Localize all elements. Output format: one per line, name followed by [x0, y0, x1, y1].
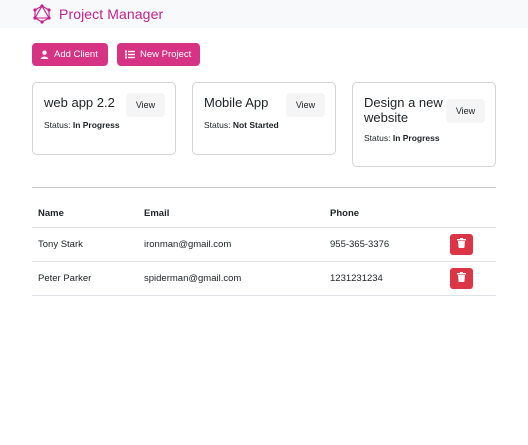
client-phone: 955-365-3376	[324, 227, 444, 262]
delete-client-button[interactable]	[450, 267, 473, 289]
project-status: Status: In Progress	[44, 120, 120, 130]
client-name: Peter Parker	[32, 261, 138, 296]
navbar: Project Manager	[0, 0, 528, 28]
delete-client-button[interactable]	[450, 233, 473, 255]
table-header-row: Name Email Phone	[32, 200, 496, 228]
project-card: web app 2.2 View Status: In Progress	[32, 82, 176, 155]
table-row: Tony Stark ironman@gmail.com 955-365-337…	[32, 227, 496, 262]
graphql-logo-icon	[32, 4, 52, 24]
project-card: Design a new website View Status: In Pro…	[352, 82, 496, 167]
trash-icon	[457, 237, 466, 251]
add-client-button[interactable]: Add Client	[32, 43, 108, 66]
client-email: spiderman@gmail.com	[138, 261, 324, 296]
column-header-phone: Phone	[324, 200, 444, 228]
view-project-button[interactable]: View	[126, 93, 165, 117]
project-status: Status: In Progress	[364, 133, 440, 143]
new-project-button[interactable]: New Project	[117, 43, 200, 66]
section-divider	[32, 187, 496, 188]
project-status: Status: Not Started	[204, 120, 279, 130]
trash-icon	[457, 271, 466, 285]
status-value: In Progress	[392, 133, 440, 143]
add-client-label: Add Client	[54, 49, 98, 60]
client-email: ironman@gmail.com	[138, 227, 324, 262]
view-project-button[interactable]: View	[446, 99, 485, 123]
action-bar: Add Client New Project	[32, 43, 200, 66]
project-title: Design a new website	[364, 95, 443, 125]
view-project-button[interactable]: View	[286, 93, 325, 117]
clients-table: Name Email Phone Tony Stark ironman@gmai…	[32, 200, 496, 296]
client-phone: 1231231234	[324, 261, 444, 296]
table-row: Peter Parker spiderman@gmail.com 1231231…	[32, 261, 496, 296]
status-value: Not Started	[232, 120, 279, 130]
status-value: In Progress	[72, 120, 120, 130]
column-header-actions	[444, 200, 496, 228]
project-title: web app 2.2	[44, 95, 115, 110]
new-project-label: New Project	[140, 49, 192, 60]
brand-title[interactable]: Project Manager	[59, 6, 163, 22]
client-name: Tony Stark	[32, 227, 138, 262]
project-card: Mobile App View Status: Not Started	[192, 82, 336, 155]
list-icon	[125, 50, 135, 59]
project-title: Mobile App	[204, 95, 269, 110]
column-header-email: Email	[138, 200, 324, 228]
user-icon	[40, 50, 49, 59]
column-header-name: Name	[32, 200, 138, 228]
